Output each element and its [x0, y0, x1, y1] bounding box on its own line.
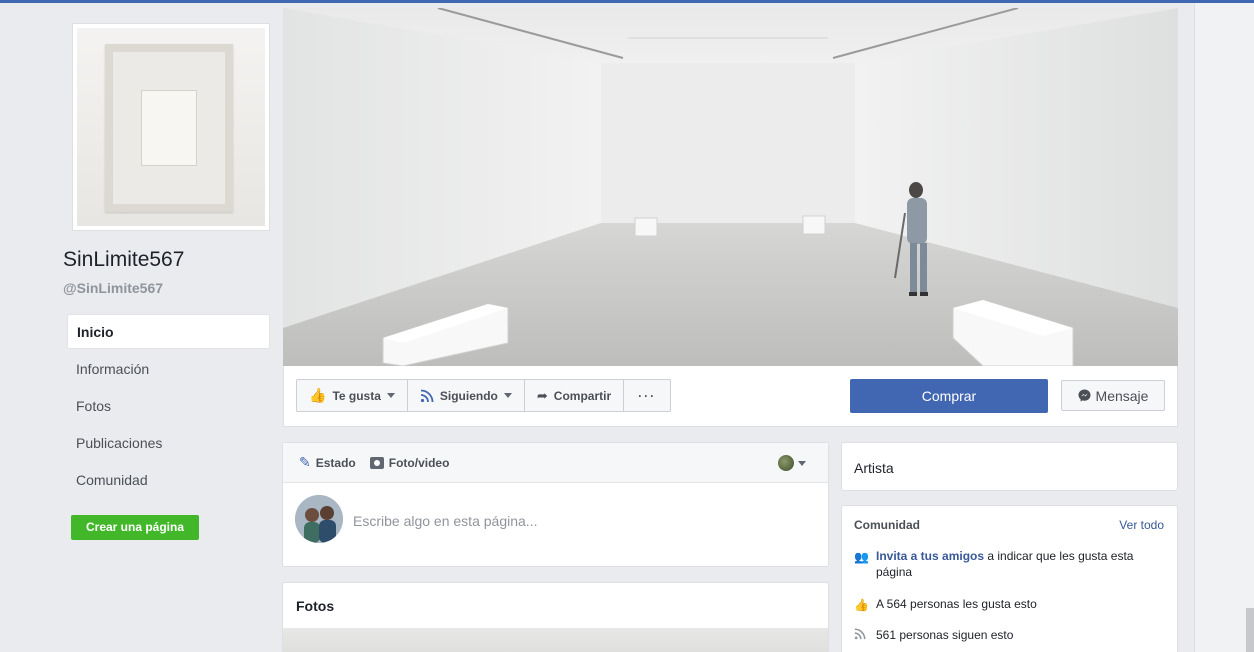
profile-picture-image	[77, 28, 265, 226]
pencil-icon: ✎	[299, 454, 311, 470]
artwork-inner-panel	[141, 90, 197, 166]
chevron-down-icon	[798, 460, 806, 466]
cover-photo[interactable]	[283, 8, 1178, 366]
following-button[interactable]: Siguiendo	[408, 380, 525, 411]
following-button-label: Siguiendo	[439, 388, 498, 403]
rss-feed-icon	[854, 627, 876, 644]
buy-button[interactable]: Comprar	[850, 379, 1048, 413]
nav-item-fotos[interactable]: Fotos	[67, 388, 270, 425]
community-heading: Comunidad	[854, 518, 920, 532]
create-page-button[interactable]: Crear una página	[71, 515, 199, 540]
post-composer: ✎ Estado Foto/video Escribe algo en esta…	[282, 442, 829, 567]
profile-picture[interactable]	[72, 23, 270, 231]
rss-feed-icon	[420, 389, 434, 402]
avatar	[295, 495, 343, 543]
window-right-gutter	[1194, 3, 1254, 652]
likes-row: 👍 A 564 personas les gusta esto	[854, 596, 1037, 613]
tab-photo-video[interactable]: Foto/video	[369, 455, 450, 470]
share-button-label: Compartir	[553, 388, 612, 403]
composer-input[interactable]: Escribe algo en esta página...	[353, 513, 537, 529]
more-options-button[interactable]: ···	[624, 380, 670, 411]
invite-row: 👥 Invita a tus amigos a indicar que les …	[854, 548, 1154, 580]
page-handle[interactable]: @SinLimite567	[63, 280, 163, 296]
post-as-selector[interactable]	[778, 455, 806, 471]
camera-icon	[369, 456, 384, 469]
scrollbar-thumb[interactable]	[1246, 608, 1254, 652]
photos-title[interactable]: Fotos	[283, 583, 828, 628]
composer-body[interactable]: Escribe algo en esta página...	[283, 483, 828, 567]
category-card: Artista	[841, 442, 1178, 491]
message-button-label: Mensaje	[1095, 387, 1149, 404]
composer-tabs: ✎ Estado Foto/video	[283, 443, 828, 483]
avatar	[778, 455, 794, 471]
page-action-buttons: 👍 Te gusta Siguiendo ➦ Compartir ···	[296, 379, 672, 412]
community-card: Comunidad Ver todo 👥 Invita a tus amigos…	[841, 505, 1178, 652]
nav-item-informacion[interactable]: Información	[67, 351, 270, 388]
nav-item-comunidad[interactable]: Comunidad	[67, 462, 270, 499]
photo-thumbnail[interactable]	[283, 628, 828, 652]
nav-item-inicio[interactable]: Inicio	[67, 314, 270, 349]
artwork-frame	[105, 44, 233, 212]
follows-row: 561 personas siguen esto	[854, 627, 1013, 644]
chevron-down-icon	[386, 393, 395, 398]
chevron-down-icon	[503, 393, 512, 398]
messenger-icon	[1078, 389, 1091, 402]
tab-status-label: Estado	[315, 455, 356, 470]
photos-card: Fotos	[282, 582, 829, 652]
thumbs-up-icon: 👍	[854, 598, 869, 612]
page-title[interactable]: SinLimite567	[63, 248, 184, 272]
gallery-cover-image	[283, 8, 1178, 366]
page-nav: Inicio Información Fotos Publicaciones C…	[67, 314, 270, 499]
see-all-link[interactable]: Ver todo	[1119, 518, 1164, 532]
invite-text: Invita a tus amigos a indicar que les gu…	[876, 548, 1154, 580]
likes-count-text[interactable]: A 564 personas les gusta esto	[876, 596, 1037, 613]
like-button-label: Te gusta	[332, 388, 381, 403]
thumbs-up-icon: 👍	[309, 387, 327, 403]
people-icon: 👥	[854, 550, 869, 564]
page-action-bar: 👍 Te gusta Siguiendo ➦ Compartir ··· Com…	[283, 366, 1178, 427]
message-button[interactable]: Mensaje	[1061, 380, 1165, 411]
follows-count-text[interactable]: 561 personas siguen esto	[876, 627, 1013, 644]
page-category[interactable]: Artista	[854, 460, 894, 476]
tab-photo-video-label: Foto/video	[388, 455, 450, 470]
share-arrow-icon: ➦	[536, 387, 548, 403]
like-button[interactable]: 👍 Te gusta	[297, 380, 408, 411]
share-button[interactable]: ➦ Compartir	[525, 380, 625, 411]
nav-item-publicaciones[interactable]: Publicaciones	[67, 425, 270, 462]
invite-friends-link[interactable]: Invita a tus amigos	[876, 549, 984, 563]
tab-status[interactable]: ✎ Estado	[299, 454, 356, 471]
